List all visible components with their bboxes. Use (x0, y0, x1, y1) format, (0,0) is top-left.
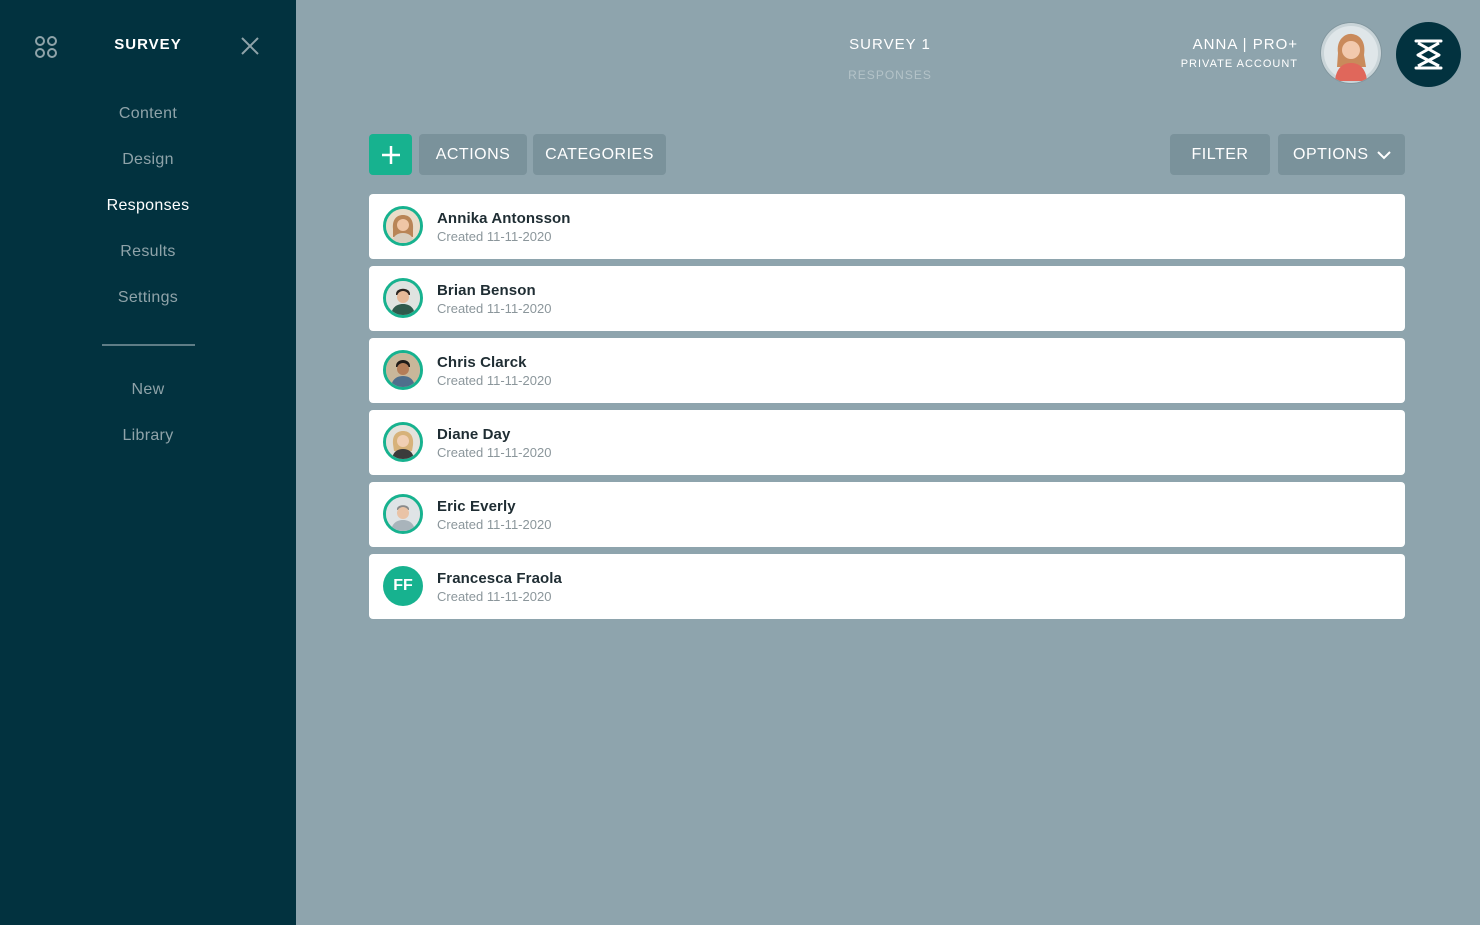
list-item[interactable]: Annika Antonsson Created 11-11-2020 (369, 194, 1405, 259)
toolbar: ACTIONS CATEGORIES FILTER OPTIONS (369, 134, 1405, 175)
sidebar: SURVEY Content Design Responses Results … (0, 0, 296, 925)
categories-button[interactable]: CATEGORIES (533, 134, 666, 175)
actions-button[interactable]: ACTIONS (419, 134, 527, 175)
sidebar-nav: Content Design Responses Results Setting… (0, 92, 296, 460)
close-icon[interactable] (240, 36, 260, 56)
account-name: ANNA | PRO+ (1192, 36, 1298, 53)
sidebar-item-settings[interactable]: Settings (0, 276, 296, 322)
sidebar-item-responses[interactable]: Responses (0, 184, 296, 230)
created-date: Created 11-11-2020 (437, 445, 552, 460)
sidebar-item-library[interactable]: Library (0, 414, 296, 460)
created-date: Created 11-11-2020 (437, 229, 552, 244)
respondent-name: Diane Day (437, 426, 511, 443)
avatar (383, 422, 423, 462)
respondent-name: Francesca Fraola (437, 570, 562, 587)
sidebar-item-new[interactable]: New (0, 368, 296, 414)
avatar (383, 206, 423, 246)
options-label: OPTIONS (1293, 146, 1369, 163)
avatar-initials: FF (383, 566, 423, 606)
created-date: Created 11-11-2020 (437, 589, 552, 604)
account-type: PRIVATE ACCOUNT (1180, 58, 1298, 70)
list-item[interactable]: Chris Clarck Created 11-11-2020 (369, 338, 1405, 403)
list-item[interactable]: Brian Benson Created 11-11-2020 (369, 266, 1405, 331)
respondent-name: Eric Everly (437, 498, 516, 515)
created-date: Created 11-11-2020 (437, 517, 552, 532)
list-item[interactable]: FF Francesca Fraola Created 11-11-2020 (369, 554, 1405, 619)
respondent-name: Brian Benson (437, 282, 536, 299)
respondent-name: Annika Antonsson (437, 210, 571, 227)
page-title: SURVEY 1 (849, 36, 931, 53)
created-date: Created 11-11-2020 (437, 301, 552, 316)
user-avatar[interactable] (1321, 23, 1381, 83)
options-dropdown[interactable]: OPTIONS (1278, 134, 1405, 175)
user-avatar-image (1321, 23, 1381, 83)
brand-logo[interactable] (1396, 22, 1461, 87)
account-info: ANNA | PRO+ PRIVATE ACCOUNT (1181, 36, 1298, 70)
avatar (383, 278, 423, 318)
respondent-name: Chris Clarck (437, 354, 527, 371)
plus-icon (381, 146, 400, 164)
avatar (383, 350, 423, 390)
filter-button[interactable]: FILTER (1170, 134, 1270, 175)
avatar (383, 494, 423, 534)
sidebar-item-design[interactable]: Design (0, 138, 296, 184)
sidebar-divider (101, 344, 195, 346)
created-date: Created 11-11-2020 (437, 373, 552, 388)
list-item[interactable]: Eric Everly Created 11-11-2020 (369, 482, 1405, 547)
logo-icon (1414, 39, 1443, 70)
page-subtitle: RESPONSES (848, 68, 932, 82)
sidebar-item-results[interactable]: Results (0, 230, 296, 276)
sidebar-item-content[interactable]: Content (0, 92, 296, 138)
responses-list: Annika Antonsson Created 11-11-2020 Bria… (369, 194, 1405, 626)
chevron-down-icon (1377, 151, 1391, 160)
add-button[interactable] (369, 134, 412, 175)
list-item[interactable]: Diane Day Created 11-11-2020 (369, 410, 1405, 475)
